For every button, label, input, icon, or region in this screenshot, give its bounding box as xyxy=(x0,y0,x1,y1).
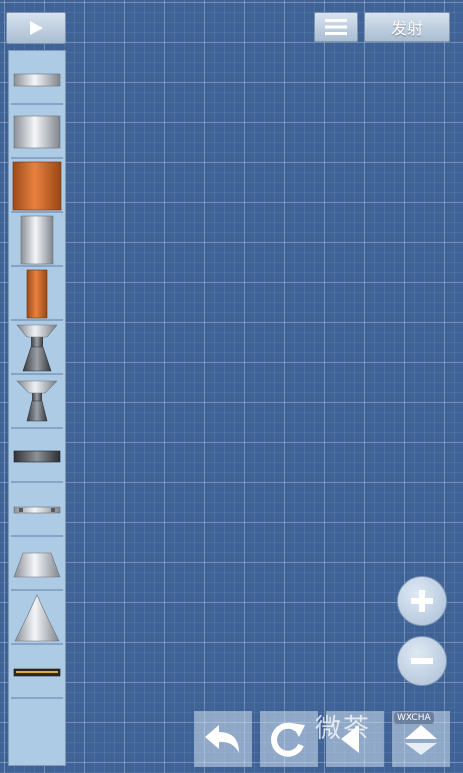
part-slot-nose-cone[interactable] xyxy=(11,593,63,645)
play-button[interactable] xyxy=(6,12,66,44)
zoom-in-icon xyxy=(411,590,433,612)
watermark-badge: WXCHA xyxy=(394,712,434,724)
small-engine-icon xyxy=(16,380,58,422)
parts-palette[interactable] xyxy=(8,50,66,766)
rotate-button[interactable] xyxy=(260,711,318,767)
zoom-out-button[interactable] xyxy=(397,636,447,686)
rotate-icon xyxy=(271,722,305,757)
watermark-text: 微茶 xyxy=(315,714,372,744)
slim-orange-fuel-tank-icon xyxy=(26,269,48,319)
part-slot-small-tank[interactable] xyxy=(11,107,63,159)
launch-button[interactable]: 发射 xyxy=(364,12,450,42)
part-slot-fairing-adapter[interactable] xyxy=(11,539,63,591)
parachute-part-icon xyxy=(13,73,61,87)
thin-separator-icon xyxy=(13,506,61,514)
build-grid-canvas[interactable] xyxy=(0,0,463,773)
menu-button[interactable] xyxy=(314,12,358,42)
part-slot-thin-separator[interactable] xyxy=(11,485,63,537)
part-slot-parachute[interactable] xyxy=(11,53,63,105)
part-slot-empty[interactable] xyxy=(11,701,63,753)
hamburger-menu-icon xyxy=(325,19,347,35)
zoom-out-icon xyxy=(411,658,433,664)
play-icon xyxy=(30,21,43,35)
large-orange-fuel-tank-icon xyxy=(12,161,62,211)
launch-label: 发射 xyxy=(390,19,423,38)
large-engine-icon xyxy=(16,324,58,372)
part-slot-large-orange-tank[interactable] xyxy=(11,161,63,213)
small-fuel-tank-icon xyxy=(13,115,61,149)
undo-icon xyxy=(205,725,239,753)
separator-icon xyxy=(13,450,61,463)
part-slot-slim-orange-tank[interactable] xyxy=(11,269,63,321)
part-slot-large-engine[interactable] xyxy=(11,323,63,375)
part-slot-separator[interactable] xyxy=(11,431,63,483)
fairing-adapter-icon xyxy=(13,552,61,578)
part-slot-landing-plate[interactable] xyxy=(11,647,63,699)
nose-cone-icon xyxy=(14,594,60,642)
flip-icon xyxy=(405,725,437,755)
undo-button[interactable] xyxy=(194,711,252,767)
part-slot-tall-tank[interactable] xyxy=(11,215,63,267)
tall-fuel-tank-icon xyxy=(20,215,54,265)
zoom-in-button[interactable] xyxy=(397,576,447,626)
landing-leg-plate-icon xyxy=(13,668,61,677)
part-slot-small-engine[interactable] xyxy=(11,377,63,429)
